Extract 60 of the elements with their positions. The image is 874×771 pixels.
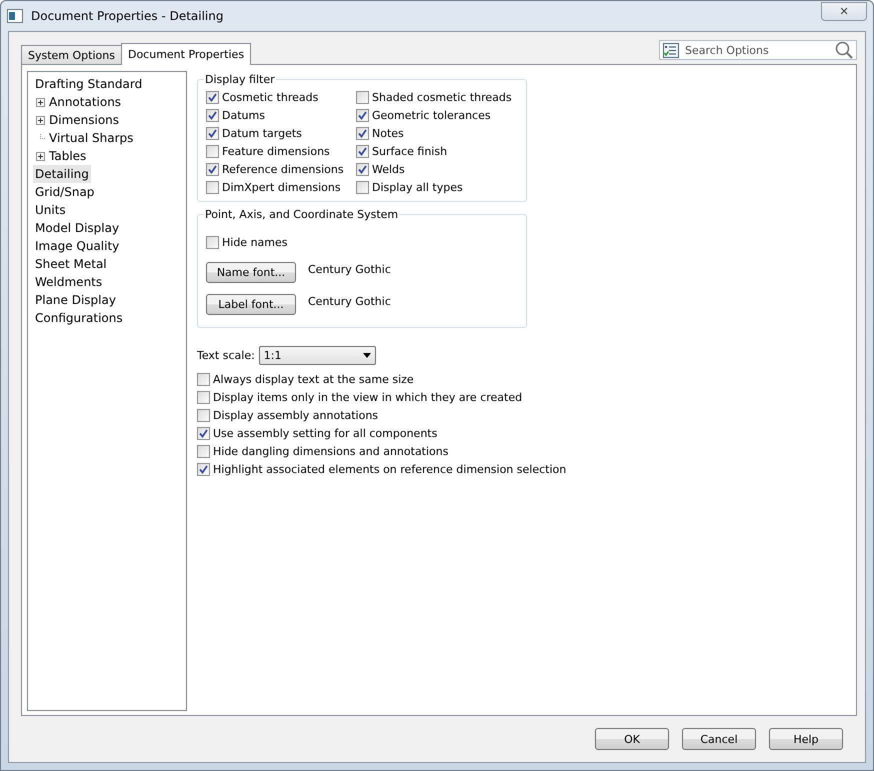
- tree-item[interactable]: Units: [33, 201, 68, 219]
- expand-icon[interactable]: [36, 116, 45, 124]
- tree-item[interactable]: Configurations: [33, 309, 125, 327]
- checkbox[interactable]: Welds: [356, 160, 518, 178]
- checkbox[interactable]: Use assembly setting for all components: [197, 424, 848, 442]
- checkbox[interactable]: Display all types: [356, 178, 518, 196]
- tree-item[interactable]: Dimensions: [47, 111, 122, 129]
- tree-item[interactable]: Drafting Standard: [33, 75, 144, 93]
- tab[interactable]: Document Properties: [120, 43, 252, 65]
- checkmark-icon: [199, 428, 208, 438]
- font-button[interactable]: Name font...: [206, 262, 296, 283]
- checkbox[interactable]: Shaded cosmetic threads: [356, 88, 518, 106]
- tree-item[interactable]: Plane Display: [33, 291, 118, 309]
- checkbox[interactable]: Hide dangling dimensions and annotations: [197, 442, 848, 460]
- checkbox[interactable]: Display assembly annotations: [197, 406, 848, 424]
- checkbox[interactable]: Cosmetic threads: [206, 88, 356, 106]
- dialog-button[interactable]: Cancel: [682, 728, 756, 750]
- checkbox[interactable]: Datum targets: [206, 124, 356, 142]
- tree-item[interactable]: Tables: [47, 147, 88, 165]
- group-title: Point, Axis, and Coordinate System: [204, 208, 400, 221]
- app-icon: [7, 9, 23, 23]
- font-name: Century Gothic: [308, 262, 391, 276]
- font-name: Century Gothic: [308, 294, 391, 308]
- checkbox[interactable]: Surface finish: [356, 142, 518, 160]
- text-scale-label: Text scale:: [197, 349, 255, 362]
- tab[interactable]: System Options: [21, 45, 122, 64]
- list-icon: [663, 42, 679, 58]
- checkbox[interactable]: Display items only in the view in which they are created: [197, 388, 848, 406]
- text-scale-dropdown[interactable]: 1:1: [258, 346, 376, 365]
- dialog-button[interactable]: OK: [595, 728, 669, 750]
- checkbox[interactable]: Always display text at the same size: [197, 370, 848, 388]
- tree-item[interactable]: Detailing: [33, 165, 91, 183]
- tree-item[interactable]: Weldments: [33, 273, 104, 291]
- close-button[interactable]: ✕: [821, 2, 867, 20]
- search-input[interactable]: Search Options: [683, 42, 831, 58]
- search-icon[interactable]: [835, 41, 853, 59]
- font-button[interactable]: Label font...: [206, 294, 296, 315]
- checkbox[interactable]: Datums: [206, 106, 356, 124]
- expand-icon[interactable]: [36, 98, 45, 106]
- expand-icon[interactable]: [36, 152, 45, 160]
- tree-item[interactable]: Grid/Snap: [33, 183, 96, 201]
- checkbox[interactable]: Geometric tolerances: [356, 106, 518, 124]
- group-title: Display filter: [204, 73, 276, 86]
- tree-item[interactable]: Model Display: [33, 219, 122, 237]
- checkmark-icon: [208, 164, 217, 174]
- search-field[interactable]: Search Options: [659, 40, 857, 60]
- checkmark-icon: [199, 464, 208, 474]
- checkbox[interactable]: Notes: [356, 124, 518, 142]
- tree-item[interactable]: Sheet Metal: [33, 255, 109, 273]
- checkbox[interactable]: DimXpert dimensions: [206, 178, 356, 196]
- checkbox[interactable]: Reference dimensions: [206, 160, 356, 178]
- tree-item[interactable]: Virtual Sharps: [47, 129, 136, 147]
- tree-item[interactable]: Annotations: [47, 93, 124, 111]
- tree-item[interactable]: Image Quality: [33, 237, 122, 255]
- checkbox[interactable]: Highlight associated elements on reference dimension selection: [197, 460, 848, 478]
- dialog-button[interactable]: Help: [769, 728, 843, 750]
- checkbox[interactable]: Hide names: [206, 233, 518, 251]
- caret-icon: [362, 353, 371, 358]
- checkbox[interactable]: Feature dimensions: [206, 142, 356, 160]
- window-title: Document Properties - Detailing: [31, 9, 224, 23]
